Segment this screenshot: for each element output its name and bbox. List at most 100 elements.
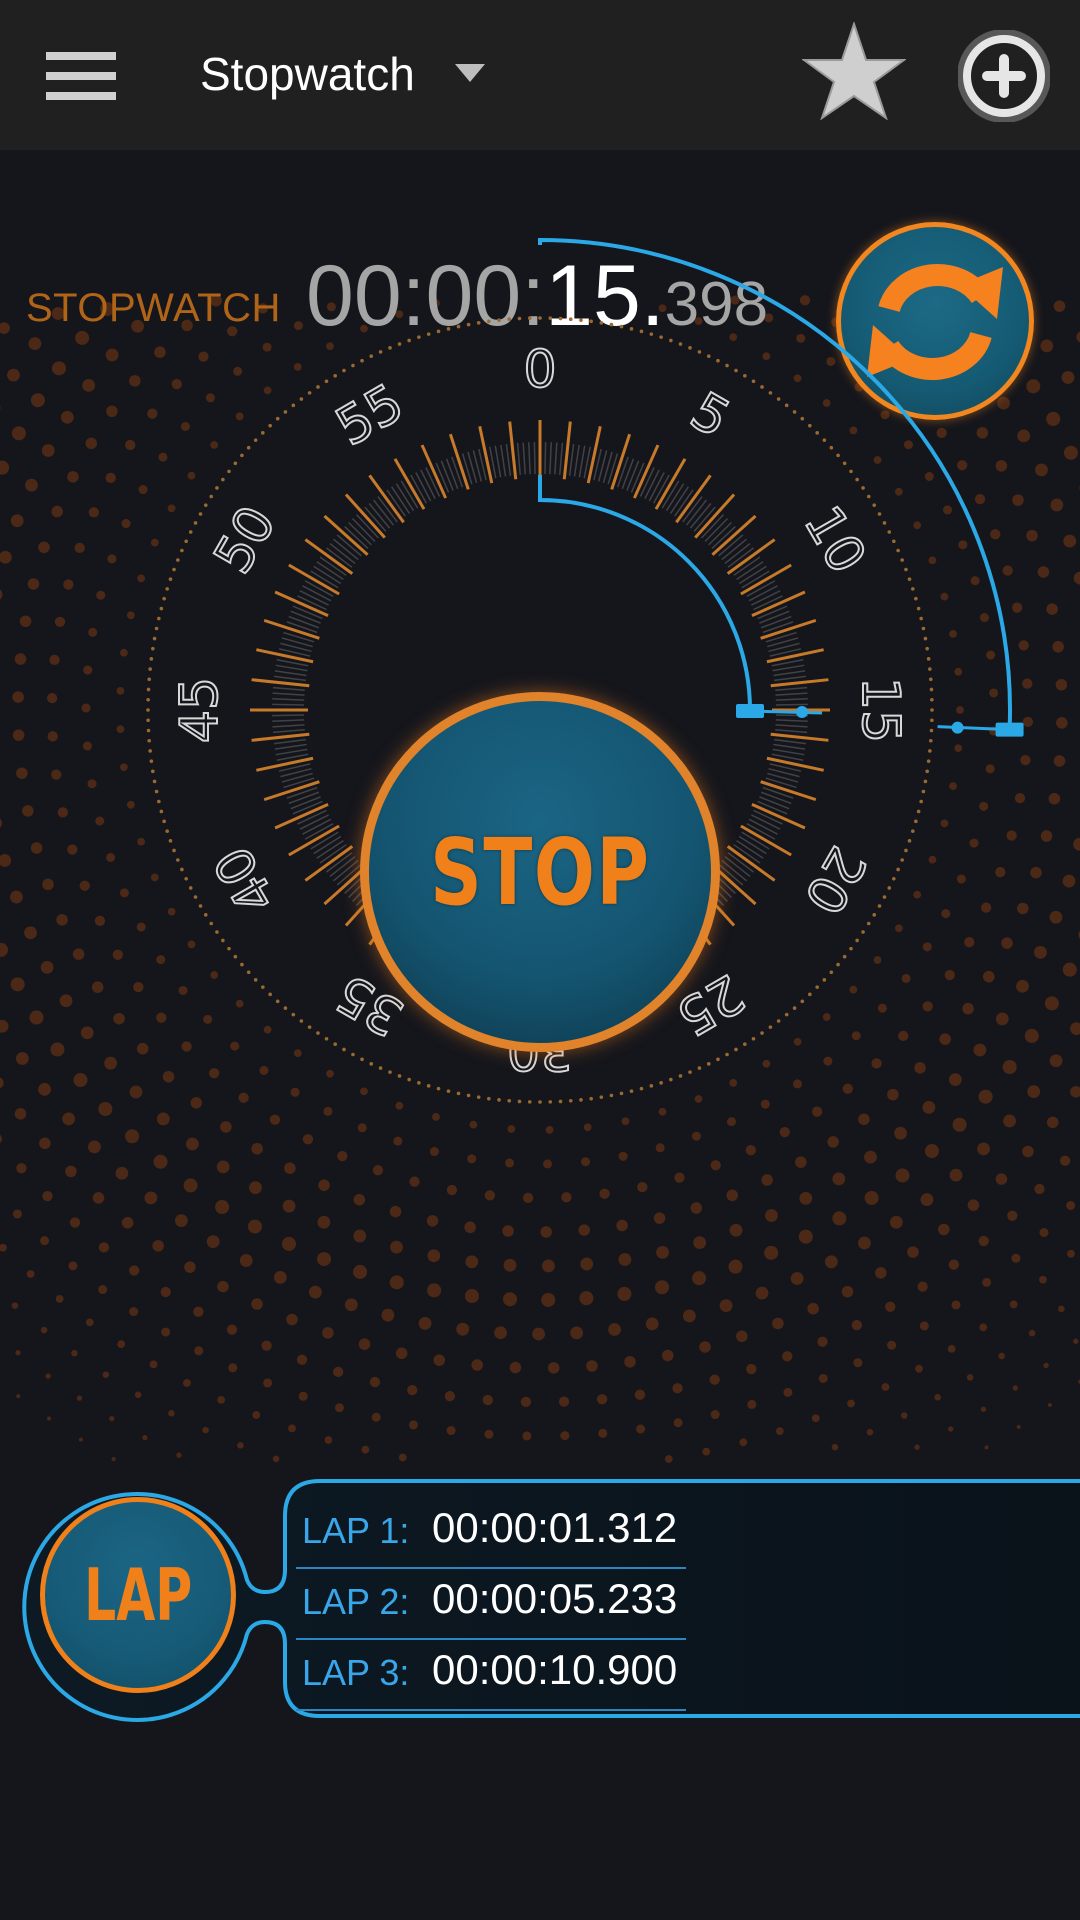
inner-hand-tail xyxy=(749,709,823,715)
dial-label: 45 xyxy=(170,677,230,743)
lap-row: LAP 1: 00:00:01.312 xyxy=(296,1498,686,1569)
dial-tick xyxy=(775,719,808,722)
rim-dot xyxy=(872,503,877,507)
rim-dot xyxy=(198,512,203,516)
rim-dot xyxy=(649,1084,654,1088)
rim-dot xyxy=(929,687,934,692)
rim-dot xyxy=(697,1066,702,1070)
lap-row: LAP 2: 00:00:05.233 xyxy=(296,1569,686,1640)
rim-dot xyxy=(900,858,904,862)
rim-dot xyxy=(151,769,155,774)
dial-tick xyxy=(775,703,808,706)
rim-dot xyxy=(476,1095,481,1099)
rim-dot xyxy=(808,992,812,997)
rim-dot xyxy=(861,930,865,934)
rim-dot xyxy=(149,759,154,763)
dial-tick xyxy=(775,724,808,728)
rim-dot xyxy=(629,327,634,331)
rim-dot xyxy=(784,1012,789,1017)
rim-dot xyxy=(926,759,931,763)
rim-dot xyxy=(221,938,225,943)
rim-dot xyxy=(887,886,892,890)
rim-dot xyxy=(147,738,152,743)
rim-dot xyxy=(925,769,929,774)
rim-dot xyxy=(497,318,501,322)
rim-dot xyxy=(351,363,355,368)
rim-dot xyxy=(842,461,847,466)
rim-dot xyxy=(388,1070,392,1074)
rim-dot xyxy=(589,1096,593,1101)
rim-dot xyxy=(436,1086,441,1091)
rim-dot xyxy=(283,410,288,414)
rim-dot xyxy=(316,1031,320,1035)
dial-tick xyxy=(500,444,507,477)
rim-dot xyxy=(172,567,176,572)
caret-down-icon[interactable] xyxy=(455,64,485,82)
dial-tick xyxy=(766,756,824,772)
dial-tick xyxy=(775,686,808,691)
rim-dot xyxy=(527,316,532,320)
dial-tick xyxy=(256,756,314,772)
rim-dot xyxy=(184,876,188,881)
rim-dot xyxy=(911,587,915,591)
rim-dot xyxy=(146,687,151,692)
rim-dot xyxy=(849,469,853,474)
dial-tick xyxy=(766,648,824,664)
dial-tick xyxy=(272,724,305,728)
rim-dot xyxy=(921,626,926,631)
rim-dot xyxy=(776,1019,781,1023)
rim-dot xyxy=(751,379,756,384)
rim-dot xyxy=(146,728,151,733)
rim-dot xyxy=(923,636,928,641)
lap-name: LAP 1: xyxy=(302,1510,410,1551)
rim-dot xyxy=(507,1098,512,1103)
rim-dot xyxy=(316,385,320,389)
dial-tick xyxy=(773,743,806,750)
rim-dot xyxy=(176,558,180,562)
rim-dot xyxy=(246,970,251,975)
rim-dot xyxy=(165,587,169,591)
rim-dot xyxy=(324,379,329,384)
rim-dot xyxy=(184,539,188,544)
dial-tick xyxy=(274,743,307,750)
lap-button[interactable]: LAP xyxy=(40,1497,236,1693)
rim-dot xyxy=(760,385,764,389)
rim-dot xyxy=(240,962,244,967)
dial-label: 55 xyxy=(326,373,413,458)
rim-dot xyxy=(233,954,238,959)
rim-dot xyxy=(914,596,918,601)
rim-dot xyxy=(209,921,214,926)
dial-tick xyxy=(544,442,547,475)
rim-dot xyxy=(487,319,491,324)
rim-dot xyxy=(388,346,392,350)
stop-button[interactable]: STOP xyxy=(360,692,720,1052)
lap-button-label: LAP xyxy=(83,1553,193,1637)
rim-dot xyxy=(619,1091,624,1096)
dial-tick xyxy=(275,748,308,756)
rim-dot xyxy=(688,1070,692,1074)
lap-time: 00:00:10.900 xyxy=(432,1646,678,1693)
rim-dot xyxy=(923,779,928,784)
rim-dot xyxy=(456,324,461,329)
rim-dot xyxy=(930,718,934,723)
rim-dot xyxy=(407,1077,411,1082)
lap-name: LAP 2: xyxy=(302,1581,410,1622)
rim-dot xyxy=(822,438,827,442)
dial-label: 10 xyxy=(792,496,877,583)
dial-tick xyxy=(774,675,806,682)
rim-dot xyxy=(688,346,692,350)
page-title[interactable]: Stopwatch xyxy=(200,44,415,104)
rim-dot xyxy=(743,1042,747,1047)
rim-dot xyxy=(180,548,184,553)
dial-tick xyxy=(533,442,536,475)
rim-dot xyxy=(907,577,912,581)
dial-tick xyxy=(272,698,305,701)
dial-tick xyxy=(274,675,306,682)
lap-time: 00:00:01.312 xyxy=(432,1504,678,1551)
rim-dot xyxy=(929,728,934,733)
rim-dot xyxy=(180,867,184,872)
star-icon[interactable] xyxy=(802,22,906,120)
rim-dot xyxy=(751,1036,756,1041)
plus-circle-icon[interactable] xyxy=(958,30,1050,122)
hamburger-menu-icon[interactable] xyxy=(46,52,116,100)
